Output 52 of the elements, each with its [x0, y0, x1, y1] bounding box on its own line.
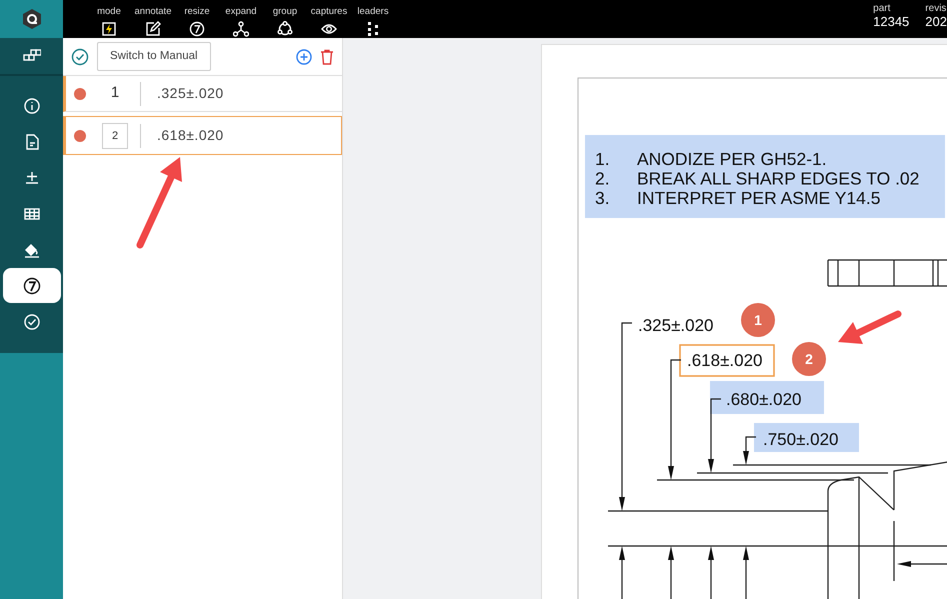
- info-icon: [22, 96, 40, 114]
- note-number: 1.: [595, 149, 610, 169]
- note-text: ANODIZE PER GH52-1.: [637, 149, 827, 169]
- number-balloon: [792, 342, 826, 376]
- tool-button[interactable]: resize: [175, 0, 219, 38]
- tool-button[interactable]: expand: [219, 0, 263, 38]
- tool-button[interactable]: leaders: [351, 0, 395, 38]
- row-number: 1: [110, 83, 120, 104]
- numbered-circle-icon: [22, 276, 40, 294]
- balloon-number: 2: [805, 351, 813, 367]
- dimension-text: .618±.020: [687, 351, 763, 370]
- note-number: 3.: [595, 188, 610, 208]
- dots-icon: [365, 20, 381, 37]
- note-text: INTERPRET PER ASME Y14.5: [637, 188, 880, 208]
- check-circle-icon: [71, 48, 89, 66]
- numbered-circle-icon: [189, 20, 205, 37]
- status-dot: [74, 130, 86, 142]
- status-dot: [74, 88, 86, 100]
- switch-button[interactable]: Switch to Manual: [97, 42, 211, 72]
- leader-line: [743, 436, 756, 465]
- tool-button[interactable]: annotate: [131, 0, 175, 38]
- note-number: 2.: [595, 168, 610, 188]
- mode-icon: [101, 20, 117, 37]
- leader-line: [619, 546, 625, 599]
- trash-icon: [320, 48, 334, 64]
- number-field[interactable]: 2: [102, 122, 128, 148]
- field-value: 12345: [873, 14, 910, 30]
- dimension-text: .325±.020: [638, 316, 714, 335]
- leader-line: [708, 546, 714, 599]
- tool-button[interactable]: group: [263, 0, 307, 38]
- tool-button[interactable]: captures: [307, 0, 351, 38]
- number-balloon: [741, 303, 775, 337]
- tool-button[interactable]: mode: [87, 0, 131, 38]
- field-value: 202: [925, 14, 947, 30]
- dimension-text: .750±.020: [763, 430, 839, 449]
- logo-icon: [22, 8, 42, 30]
- sidebar-item[interactable]: [2, 268, 60, 303]
- leader-line: [668, 546, 674, 599]
- dimension-text: .680±.020: [726, 390, 802, 409]
- edit-icon: [145, 20, 161, 37]
- check-circle-icon: [22, 312, 40, 330]
- balloon-number: 1: [754, 312, 762, 328]
- dimension-value: .325±.020: [157, 84, 224, 103]
- add-icon: [296, 48, 312, 64]
- leader-line: [897, 561, 947, 567]
- field-label: revis: [925, 4, 947, 14]
- note-text: BREAK ALL SHARP EDGES TO .02: [637, 168, 920, 188]
- dimension-value: .618±.020: [157, 126, 224, 145]
- dimension-row[interactable]: 2 .618±.020: [63, 116, 342, 155]
- pointer-arrow: [838, 310, 902, 344]
- leader-line: [743, 546, 749, 599]
- field-label: part: [873, 4, 892, 14]
